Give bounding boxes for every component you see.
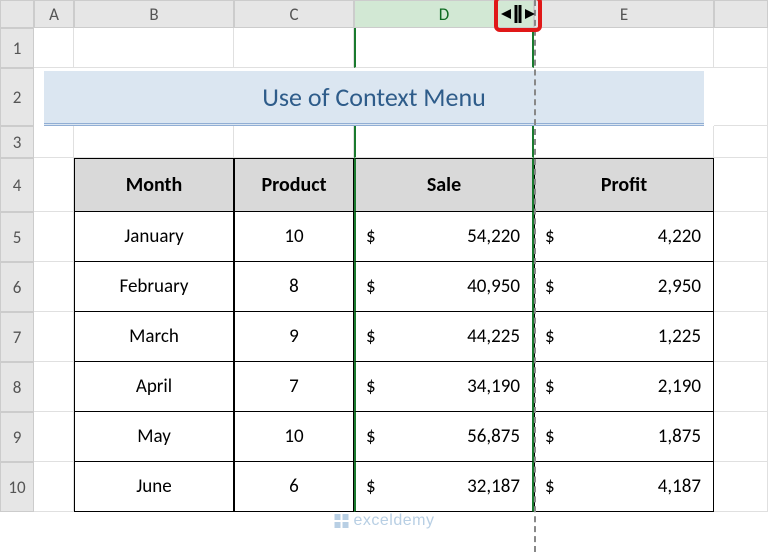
table-header-profit: Profit: [534, 158, 714, 212]
cell-month[interactable]: June: [74, 462, 234, 512]
cell-sale[interactable]: $34,190: [354, 362, 534, 412]
cell-profit[interactable]: $2,950: [534, 262, 714, 312]
cell-month[interactable]: April: [74, 362, 234, 412]
cell-profit[interactable]: $1,225: [534, 312, 714, 362]
row-header-3[interactable]: 3: [0, 126, 34, 158]
col-header-C[interactable]: C: [234, 0, 354, 28]
col-header-B[interactable]: B: [74, 0, 234, 28]
watermark-icon: [334, 513, 350, 529]
row-header-8[interactable]: 8: [0, 362, 34, 412]
column-resize-guideline: [534, 0, 536, 552]
cell-profit[interactable]: $4,220: [534, 212, 714, 262]
cell-product[interactable]: 6: [234, 462, 354, 512]
watermark: exceldemy: [334, 512, 435, 530]
col-header-A[interactable]: A: [34, 0, 74, 28]
cell-product[interactable]: 10: [234, 212, 354, 262]
cell-product[interactable]: 8: [234, 262, 354, 312]
resize-cursor-highlight: [494, 0, 542, 32]
row-header-1[interactable]: 1: [0, 28, 34, 68]
row-header-9[interactable]: 9: [0, 412, 34, 462]
cell-month[interactable]: March: [74, 312, 234, 362]
cell-sale[interactable]: $32,187: [354, 462, 534, 512]
col-header-F[interactable]: [714, 0, 768, 28]
select-all-corner[interactable]: [0, 0, 34, 28]
row-header-7[interactable]: 7: [0, 312, 34, 362]
row-header-4[interactable]: 4: [0, 158, 34, 212]
cell-sale[interactable]: $44,225: [354, 312, 534, 362]
table-header-sale: Sale: [354, 158, 534, 212]
table-header-month: Month: [74, 158, 234, 212]
column-resize-icon[interactable]: [499, 3, 537, 25]
cell-month[interactable]: February: [74, 262, 234, 312]
row-header-10[interactable]: 10: [0, 462, 34, 512]
cell-product[interactable]: 7: [234, 362, 354, 412]
row-header-2[interactable]: 2: [0, 68, 34, 126]
page-title: Use of Context Menu: [44, 71, 704, 126]
row-header-5[interactable]: 5: [0, 212, 34, 262]
cell-product[interactable]: 9: [234, 312, 354, 362]
cell-profit[interactable]: $1,875: [534, 412, 714, 462]
cell-product[interactable]: 10: [234, 412, 354, 462]
cell-month[interactable]: May: [74, 412, 234, 462]
spreadsheet-grid: A B C D E 1 2 Use of Context Menu 3 4 Mo…: [0, 0, 768, 512]
cell-sale[interactable]: $54,220: [354, 212, 534, 262]
table-header-product: Product: [234, 158, 354, 212]
col-header-E[interactable]: E: [534, 0, 714, 28]
cell-sale[interactable]: $40,950: [354, 262, 534, 312]
cell-profit[interactable]: $4,187: [534, 462, 714, 512]
row-header-6[interactable]: 6: [0, 262, 34, 312]
cell-sale[interactable]: $56,875: [354, 412, 534, 462]
cell-month[interactable]: January: [74, 212, 234, 262]
cell-profit[interactable]: $2,190: [534, 362, 714, 412]
